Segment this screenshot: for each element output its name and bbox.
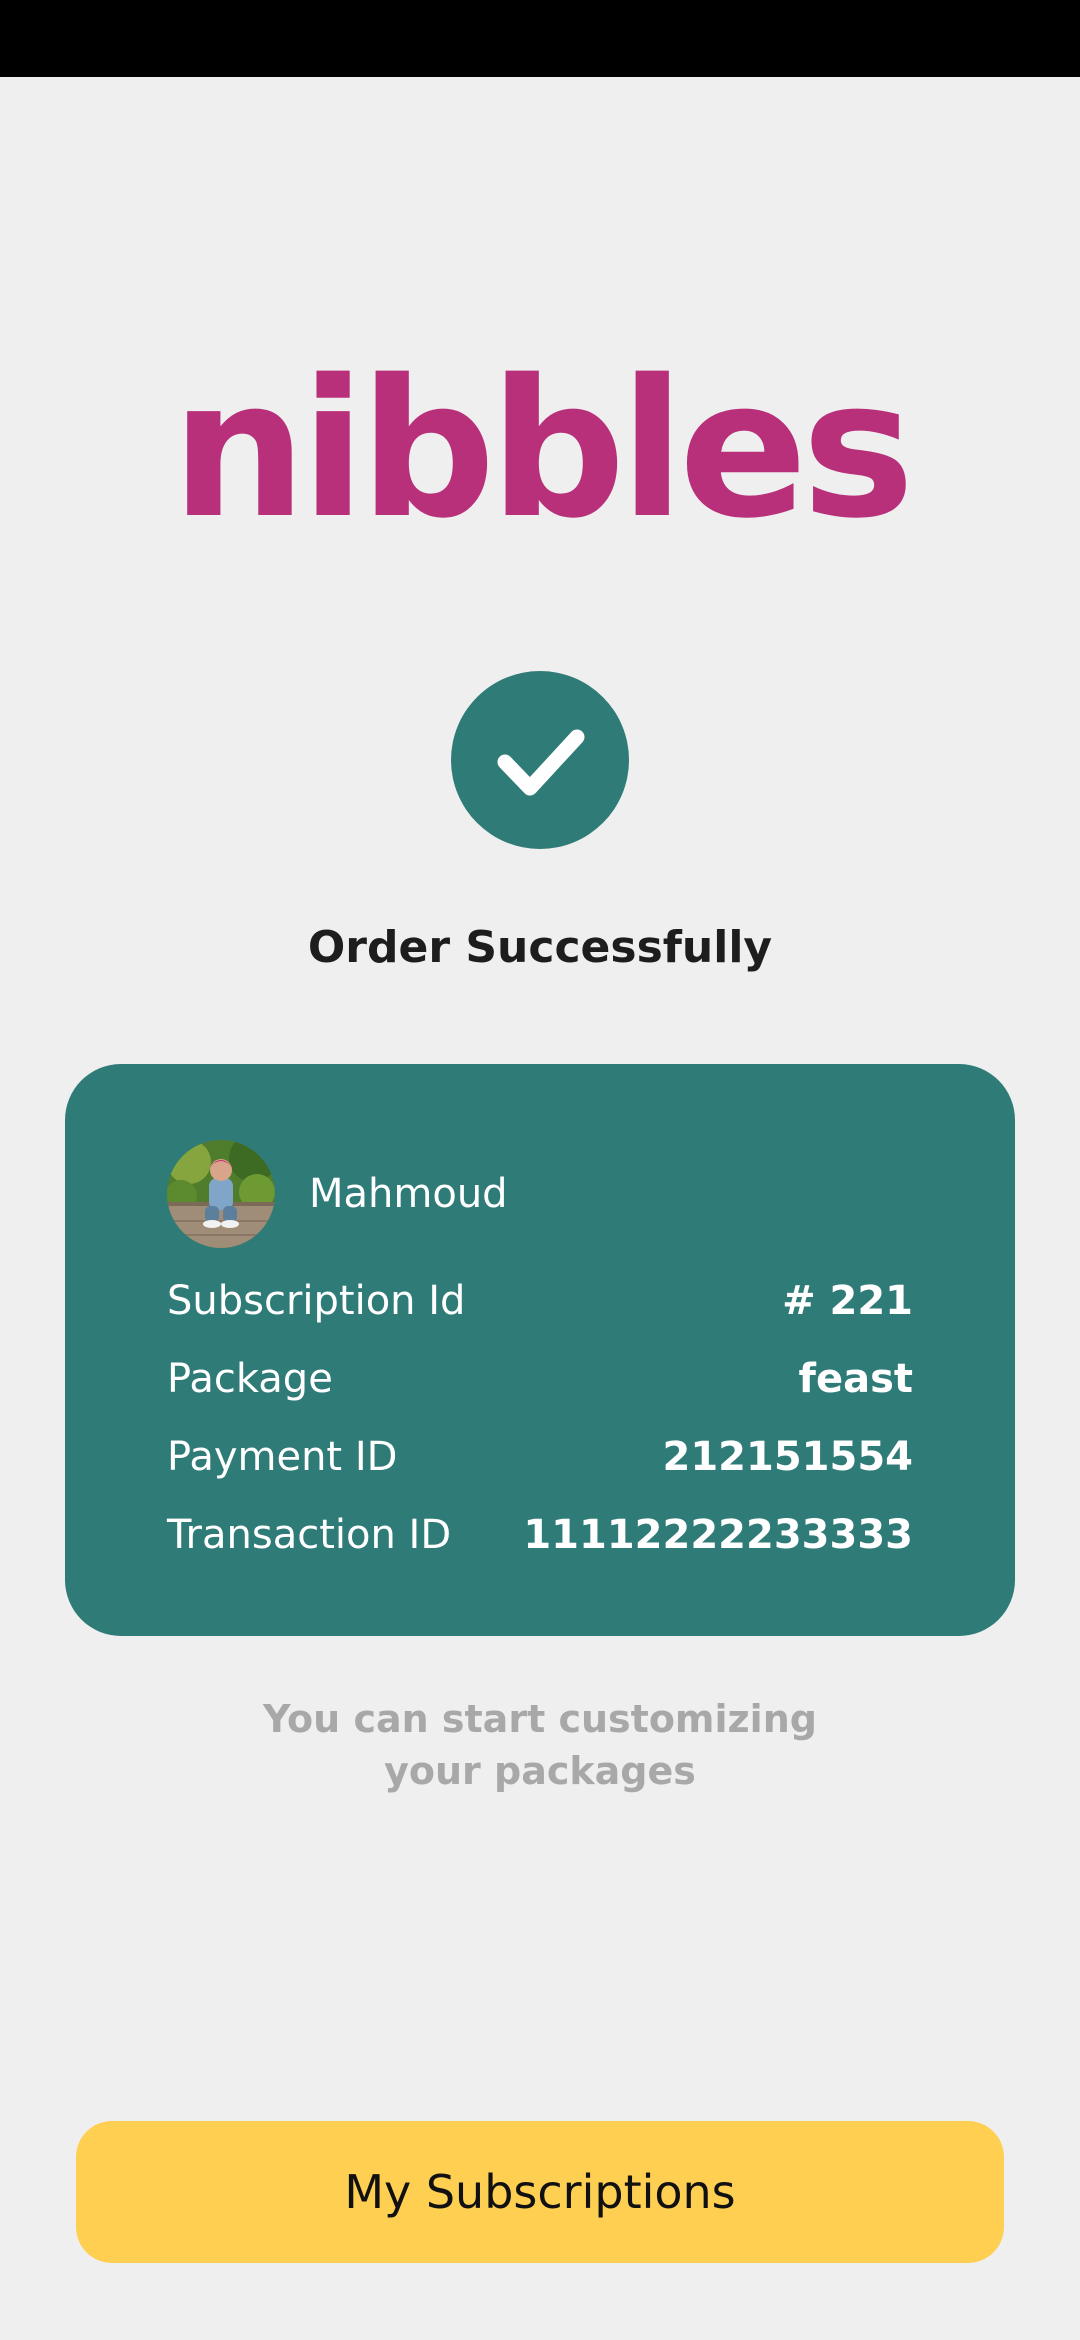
detail-label: Transaction ID (167, 1512, 452, 1558)
customize-hint: You can start customizing your packages (0, 1693, 1080, 1797)
my-subscriptions-button[interactable]: My Subscriptions (76, 2121, 1004, 2263)
user-name: Mahmoud (309, 1171, 508, 1217)
detail-row-subscription-id: Subscription Id # 221 (167, 1273, 913, 1329)
order-details-card: Mahmoud Subscription Id # 221 Package fe… (65, 1064, 1015, 1636)
detail-label: Subscription Id (167, 1278, 466, 1324)
detail-label: Payment ID (167, 1434, 398, 1480)
check-icon (497, 729, 585, 796)
detail-value: feast (798, 1356, 913, 1402)
detail-value: # 221 (782, 1278, 913, 1324)
nibbles-logo: nibbles (171, 339, 914, 560)
detail-value: 212151554 (662, 1434, 914, 1480)
detail-label: Package (167, 1356, 333, 1402)
detail-row-payment-id: Payment ID 212151554 (167, 1429, 913, 1485)
avatar (167, 1140, 275, 1248)
customize-hint-line-2: your packages (384, 1749, 696, 1793)
detail-row-package: Package feast (167, 1351, 913, 1407)
order-status-title: Order Successfully (307, 922, 773, 973)
detail-value: 11112222233333 (523, 1512, 913, 1558)
user-row: Mahmoud (167, 1140, 508, 1248)
success-badge (451, 671, 629, 849)
status-bar (0, 0, 1080, 77)
detail-row-transaction-id: Transaction ID 11112222233333 (167, 1507, 913, 1563)
customize-hint-line-1: You can start customizing (263, 1697, 817, 1741)
